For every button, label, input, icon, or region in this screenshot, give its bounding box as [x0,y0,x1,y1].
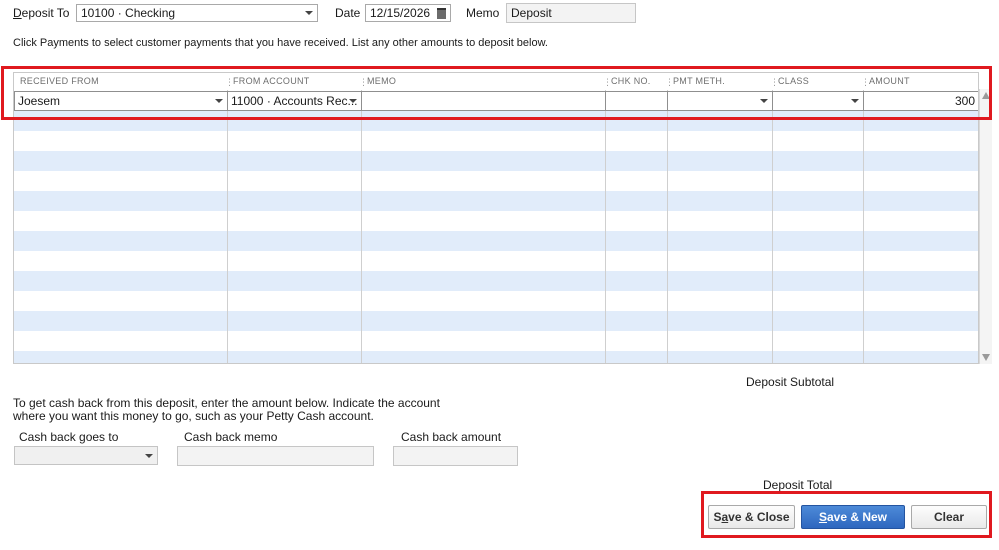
table-row[interactable] [14,171,978,191]
column-divider [772,90,773,363]
deposit-subtotal-label: Deposit Subtotal [746,375,835,389]
date-value: 12/15/2026 [370,6,431,20]
cashback-amount-label: Cash back amount [401,430,502,444]
date-label: Date [335,6,361,20]
memo-label: Memo [466,6,500,20]
deposit-total-label: Deposit Total [763,478,833,492]
cashback-goes-to-label: Cash back goes to [19,430,119,444]
chevron-down-icon[interactable] [145,454,153,458]
memo-input[interactable]: Deposit [506,3,636,23]
table-row[interactable] [14,271,978,291]
cashback-instruction: To get cash back from this deposit, ente… [13,396,440,410]
table-row[interactable] [14,131,978,151]
cashback-account-combo[interactable] [14,446,158,465]
deposit-to-value: 10100 · Checking [81,6,176,20]
cashback-memo-label: Cash back memo [184,430,278,444]
table-row[interactable] [14,211,978,231]
column-divider [227,90,228,363]
cashback-amount-input[interactable] [393,446,518,466]
column-divider [863,90,864,363]
highlight-box [1,66,992,120]
grid-scrollbar[interactable] [979,89,992,364]
table-row[interactable] [14,151,978,171]
column-divider [667,90,668,363]
table-row[interactable] [14,351,978,363]
instructions-text: Click Payments to select customer paymen… [13,37,548,49]
memo-value: Deposit [511,6,552,20]
table-row[interactable] [14,331,978,351]
chevron-down-icon[interactable] [305,11,313,15]
highlight-box [701,491,992,538]
deposit-to-combo[interactable]: 10100 · Checking [76,4,318,22]
calendar-icon[interactable] [437,8,446,19]
table-row[interactable] [14,291,978,311]
cashback-memo-input[interactable] [177,446,374,466]
column-divider [605,90,606,363]
table-row[interactable] [14,231,978,251]
table-row[interactable] [14,251,978,271]
scroll-down-icon[interactable] [982,354,990,361]
column-divider [361,90,362,363]
date-field[interactable]: 12/15/2026 [365,4,451,22]
table-row[interactable] [14,191,978,211]
cashback-instruction: where you want this money to go, such as… [13,409,374,423]
table-row[interactable] [14,311,978,331]
deposit-to-label: Deposit To [13,6,70,20]
